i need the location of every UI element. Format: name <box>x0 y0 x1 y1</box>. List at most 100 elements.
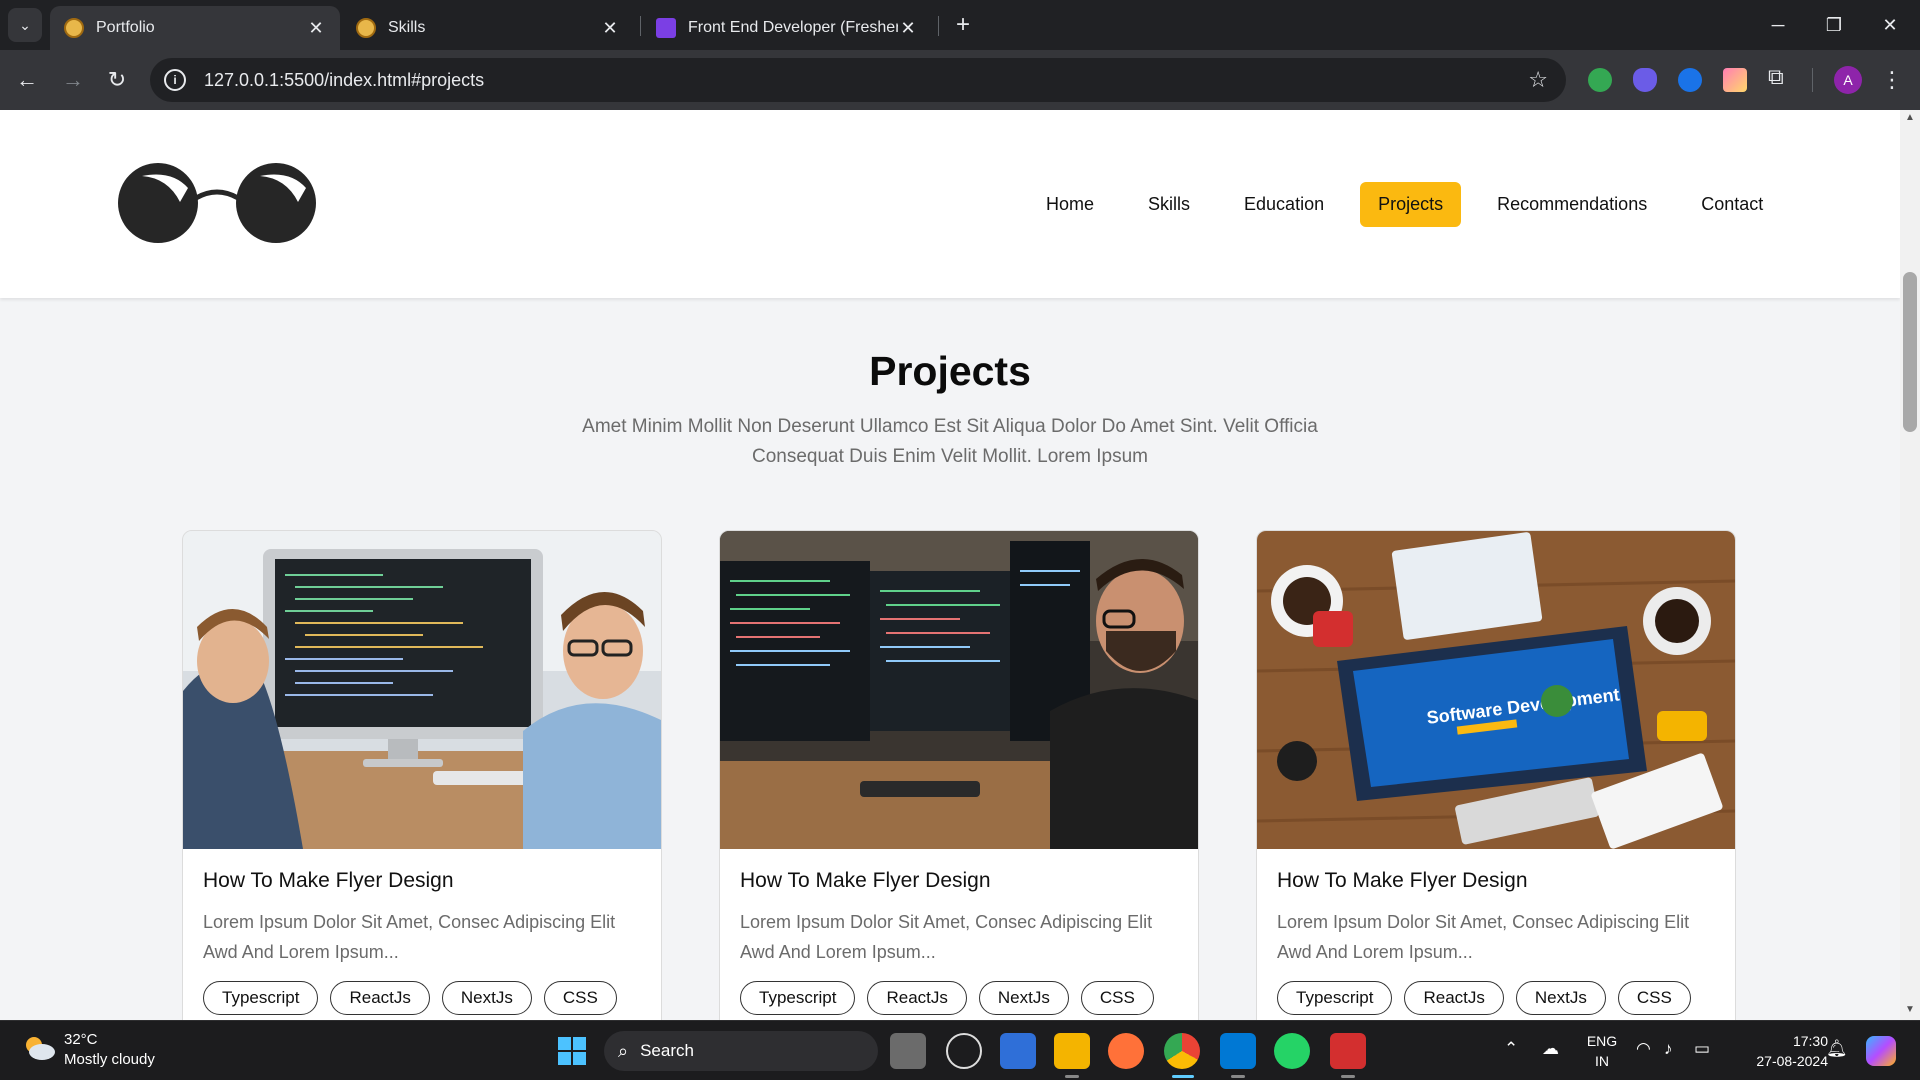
close-icon: ✕ <box>1882 14 1898 35</box>
weather-temperature[interactable]: 32°C <box>64 1031 98 1048</box>
forward-button[interactable]: → <box>56 63 90 97</box>
plus-icon: + <box>955 11 970 38</box>
running-indicator <box>1065 1075 1079 1078</box>
reload-button[interactable]: ↻ <box>100 63 134 97</box>
extension-flame-icon[interactable] <box>1633 68 1657 92</box>
extension-infinity-icon[interactable] <box>1678 68 1702 92</box>
cloudy-weather-icon[interactable] <box>22 1035 56 1061</box>
browser-tab-bar: ⌄ Portfolio ✕ Skills ✕ Front End Develop… <box>0 0 1920 50</box>
scroll-up-icon[interactable]: ▲ <box>1903 112 1917 126</box>
nav-skills[interactable]: Skills <box>1130 182 1208 227</box>
notification-bell-icon[interactable]: 🔔︎ <box>1826 1039 1848 1059</box>
chrome-icon[interactable] <box>1164 1033 1200 1069</box>
close-window-button[interactable]: ✕ <box>1862 0 1918 50</box>
tag: NextJs <box>441 981 532 1015</box>
close-icon[interactable]: ✕ <box>898 18 918 39</box>
extensions-puzzle-icon[interactable]: ⧉ <box>1768 64 1792 89</box>
running-indicator <box>1341 1075 1355 1078</box>
browser-toolbar: ← → ↻ i 127.0.0.1:5500/index.html#projec… <box>0 50 1920 110</box>
arrow-left-icon: ← <box>16 67 38 92</box>
browser-menu-icon[interactable]: ⋮ <box>1880 62 1904 98</box>
battery-icon[interactable]: ▭ <box>1694 1039 1710 1059</box>
tab-portfolio[interactable]: Portfolio ✕ <box>50 6 340 50</box>
scrollbar-thumb[interactable] <box>1903 272 1917 432</box>
search-label: Search <box>640 1041 694 1060</box>
onedrive-cloud-icon[interactable]: ☁ <box>1542 1039 1559 1059</box>
tray-overflow-icon[interactable]: ⌃ <box>1504 1039 1518 1059</box>
vscode-icon[interactable] <box>1220 1033 1256 1069</box>
projects-subtitle: Amet Minim Mollit Non Deserunt Ullamco E… <box>582 416 1318 467</box>
new-tab-button[interactable]: + <box>948 10 978 40</box>
project-description: Lorem Ipsum Dolor Sit Amet, Consec Adipi… <box>203 912 616 962</box>
portfolio-favicon-icon <box>64 18 84 38</box>
nav-recommendations[interactable]: Recommendations <box>1479 182 1665 227</box>
profile-avatar[interactable]: A <box>1834 66 1862 94</box>
project-description: Lorem Ipsum Dolor Sit Amet, Consec Adipi… <box>1277 912 1690 962</box>
main-nav: Home Skills Education Projects Recommend… <box>1010 182 1781 227</box>
tag: Typescript <box>740 981 856 1015</box>
tag: CSS <box>1617 981 1691 1015</box>
whatsapp-icon[interactable] <box>1274 1033 1310 1069</box>
project-image <box>720 531 1198 849</box>
start-button[interactable] <box>558 1037 586 1065</box>
chevron-down-icon: ⌄ <box>19 16 31 33</box>
close-icon[interactable]: ✕ <box>600 18 620 39</box>
minimize-button[interactable]: ─ <box>1750 0 1806 50</box>
nav-projects[interactable]: Projects <box>1360 182 1462 227</box>
extension-gradient-icon[interactable] <box>1723 68 1747 92</box>
back-button[interactable]: ← <box>10 63 44 97</box>
tag: CSS <box>1080 981 1154 1015</box>
acrobat-reader-icon[interactable] <box>1330 1033 1366 1069</box>
wifi-icon[interactable]: ◠ <box>1636 1039 1651 1059</box>
system-clock[interactable]: 17:30 27-08-2024 <box>1728 1031 1828 1071</box>
file-explorer-icon[interactable] <box>1054 1033 1090 1069</box>
tab-title: Portfolio <box>96 19 155 36</box>
close-icon[interactable]: ✕ <box>306 18 326 39</box>
firefox-icon[interactable] <box>1108 1033 1144 1069</box>
clock-time: 17:30 <box>1792 1033 1828 1049</box>
restore-button[interactable]: ❐ <box>1806 0 1862 50</box>
tag-list: Typescript ReactJs NextJs CSS <box>740 981 1190 1015</box>
projects-title: Projects <box>869 348 1031 394</box>
tag: ReactJs <box>330 981 430 1015</box>
project-card[interactable]: How To Make Flyer Design Lorem Ipsum Dol… <box>719 530 1199 1020</box>
tab-job-posting[interactable]: Front End Developer (Fresher/In ✕ <box>642 6 932 50</box>
copilot-icon[interactable] <box>1866 1036 1896 1066</box>
page-scrollbar[interactable] <box>1900 110 1920 1020</box>
tab-title: Skills <box>388 19 426 36</box>
reload-icon: ↻ <box>107 67 127 92</box>
project-image: Software Development <box>1257 531 1735 849</box>
address-bar[interactable]: i 127.0.0.1:5500/index.html#projects ☆ <box>150 58 1566 102</box>
tag: NextJs <box>978 981 1069 1015</box>
tag: NextJs <box>1515 981 1606 1015</box>
microsoft-store-icon[interactable] <box>1000 1033 1036 1069</box>
region-code: IN <box>1595 1053 1609 1069</box>
volume-icon[interactable]: ♪ <box>1664 1039 1673 1059</box>
dell-app-icon[interactable] <box>946 1033 982 1069</box>
task-view-icon[interactable] <box>890 1033 926 1069</box>
taskbar-search[interactable]: ⌕ Search <box>604 1031 878 1071</box>
tag: CSS <box>543 981 617 1015</box>
nav-home[interactable]: Home <box>1028 182 1112 227</box>
running-indicator <box>1231 1075 1245 1078</box>
tab-skills[interactable]: Skills ✕ <box>342 6 634 50</box>
site-info-icon[interactable]: i <box>164 69 186 91</box>
scroll-down-icon[interactable]: ▼ <box>1903 1004 1917 1018</box>
project-card[interactable]: Software Development How To Make Flyer D… <box>1256 530 1736 1020</box>
project-card[interactable]: How To Make Flyer Design Lorem Ipsum Dol… <box>182 530 662 1020</box>
glasses-logo-icon[interactable] <box>118 160 318 246</box>
active-indicator <box>1172 1075 1194 1078</box>
tab-search-button[interactable]: ⌄ <box>8 8 42 42</box>
project-image <box>183 531 661 849</box>
weather-description[interactable]: Mostly cloudy <box>64 1051 155 1068</box>
language-indicator[interactable]: ENG IN <box>1584 1031 1620 1071</box>
nav-education[interactable]: Education <box>1226 182 1342 227</box>
site-header: Home Skills Education Projects Recommend… <box>0 110 1900 298</box>
language-code: ENG <box>1586 1033 1618 1049</box>
extension-green-icon[interactable] <box>1588 68 1612 92</box>
nav-contact[interactable]: Contact <box>1683 182 1781 227</box>
bookmark-star-icon[interactable]: ☆ <box>1528 67 1548 93</box>
project-title: How To Make Flyer Design <box>203 869 454 892</box>
form-favicon-icon <box>656 18 676 38</box>
tag-list: Typescript ReactJs NextJs CSS <box>203 981 653 1015</box>
